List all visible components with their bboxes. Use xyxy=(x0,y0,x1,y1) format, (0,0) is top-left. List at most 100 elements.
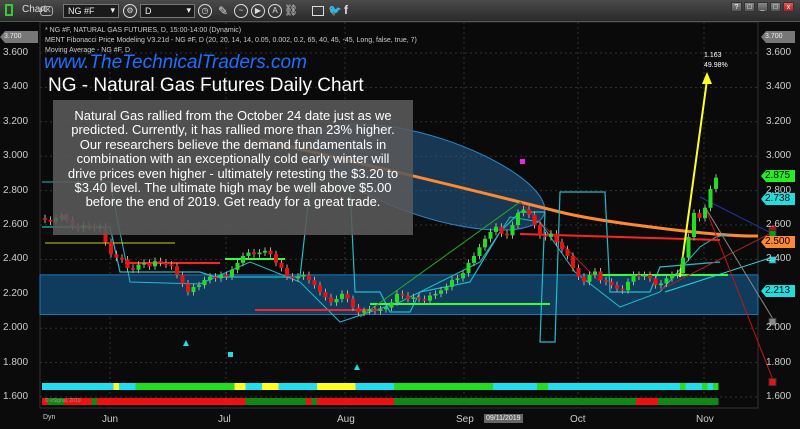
symbol-search-icon[interactable]: ⚙ xyxy=(123,4,137,18)
interval-dropdown[interactable]: D xyxy=(140,4,195,18)
candle xyxy=(466,262,471,274)
candle xyxy=(279,262,284,268)
candle xyxy=(444,286,449,291)
candle xyxy=(307,274,311,281)
candle xyxy=(708,188,713,208)
y-tick-left: 1.800 xyxy=(3,356,29,368)
candle xyxy=(703,207,707,219)
y-tick-left: 3.000 xyxy=(3,150,29,162)
candle xyxy=(648,274,652,279)
candle xyxy=(367,309,372,311)
candle xyxy=(417,297,421,299)
candle xyxy=(389,302,394,308)
resolution-badge: 4K xyxy=(40,6,53,16)
candle xyxy=(455,278,460,281)
signal-segment-top xyxy=(680,383,686,390)
candle xyxy=(527,209,531,215)
candle xyxy=(692,212,696,238)
signal-segment-top xyxy=(113,383,119,390)
y-tick-right: 1.800 xyxy=(766,356,792,368)
candle xyxy=(626,281,630,291)
maximize-button[interactable]: □ xyxy=(770,2,781,12)
y-tick-right: 1.600 xyxy=(766,391,792,402)
candle xyxy=(538,225,542,236)
candle xyxy=(406,295,410,299)
candle xyxy=(571,255,575,268)
candle xyxy=(373,309,377,311)
y-tick-left: 2.400 xyxy=(3,253,29,265)
y-tick-left: 1.600 xyxy=(3,391,29,402)
legend-symbol: * NG #F, NATURAL GAS FUTURES, D, 15:00-1… xyxy=(45,27,242,34)
minimize-button[interactable]: _ xyxy=(757,2,768,12)
crosshair-date-badge: 09/11/2019 xyxy=(484,414,523,423)
candle xyxy=(208,276,212,281)
twitter-icon[interactable]: 🐦 xyxy=(328,4,342,18)
signal-segment-bottom xyxy=(394,398,636,405)
link-icon[interactable] xyxy=(5,4,13,16)
candle xyxy=(252,252,256,255)
projection-annotation: 1.163 49.98% xyxy=(704,51,728,71)
link-chain-icon[interactable]: ⛓ xyxy=(284,4,298,18)
play-icon[interactable]: ▶ xyxy=(251,4,265,18)
candle xyxy=(180,274,185,284)
target-marker xyxy=(768,378,777,387)
candle xyxy=(659,283,663,286)
signal-segment-bottom xyxy=(636,398,658,405)
candle xyxy=(483,238,487,248)
candle xyxy=(395,293,399,303)
restore-panel-button[interactable]: □ xyxy=(744,2,755,12)
y-tick-right: 3.200 xyxy=(766,115,792,127)
indicator-icon[interactable]: ~ xyxy=(234,4,248,18)
candle xyxy=(477,247,482,256)
candle xyxy=(125,259,130,268)
candle xyxy=(505,233,509,236)
signal-segment-top xyxy=(685,383,702,390)
clock-icon[interactable]: ◷ xyxy=(198,4,212,18)
close-button[interactable]: x xyxy=(783,2,794,12)
x-tick-label: Nov xyxy=(696,414,714,425)
help-button[interactable]: ? xyxy=(731,2,742,12)
candle xyxy=(653,278,658,286)
legend-fib-model: MENT Fibonacci Price Modeling V3.21d - N… xyxy=(45,37,417,44)
signal-segment-top xyxy=(245,383,262,390)
y-tick-left: 2.000 xyxy=(3,322,29,334)
signal-segment-top xyxy=(707,383,713,390)
candle xyxy=(186,283,190,293)
signal-segment-top xyxy=(537,383,548,390)
signal-segment-top xyxy=(548,383,680,390)
candle xyxy=(675,273,680,275)
candle xyxy=(615,285,619,289)
comment-icon[interactable] xyxy=(312,6,324,16)
pencil-icon[interactable]: ✎ xyxy=(218,4,228,18)
candle xyxy=(169,264,174,267)
y-tick-left: 3.400 xyxy=(3,81,29,93)
candle xyxy=(257,252,262,255)
y-tick-right: 3.600 xyxy=(766,47,792,58)
signal-segment-top xyxy=(42,383,114,390)
watermark-url: www.TheTechnicalTraders.com xyxy=(44,52,307,73)
candle xyxy=(334,298,339,303)
dyn-toggle[interactable]: Dyn xyxy=(43,414,55,421)
candle xyxy=(164,262,168,265)
candle xyxy=(609,281,614,286)
signal-segment-bottom xyxy=(658,398,719,405)
cyan-upper-tag: 2.738 xyxy=(761,193,795,205)
y-tick-left: 3.200 xyxy=(3,115,29,127)
candle xyxy=(543,235,548,238)
signal-segment-top xyxy=(317,383,356,390)
moving-average-tag: 2.500 xyxy=(761,236,795,248)
candle xyxy=(219,274,223,279)
signal-segment-bottom xyxy=(245,398,306,405)
candle xyxy=(642,274,647,277)
candle xyxy=(318,285,322,293)
facebook-icon[interactable]: f xyxy=(344,3,348,17)
candle xyxy=(697,212,702,219)
symbol-dropdown[interactable]: NG #F xyxy=(63,4,119,18)
candle xyxy=(246,252,251,256)
y-tick-right: 2.400 xyxy=(766,253,792,265)
alert-icon[interactable]: A xyxy=(268,4,282,18)
x-tick-label: Aug xyxy=(337,414,355,425)
candle xyxy=(378,309,383,311)
candle xyxy=(296,276,300,279)
signal-segment-top xyxy=(394,383,493,390)
